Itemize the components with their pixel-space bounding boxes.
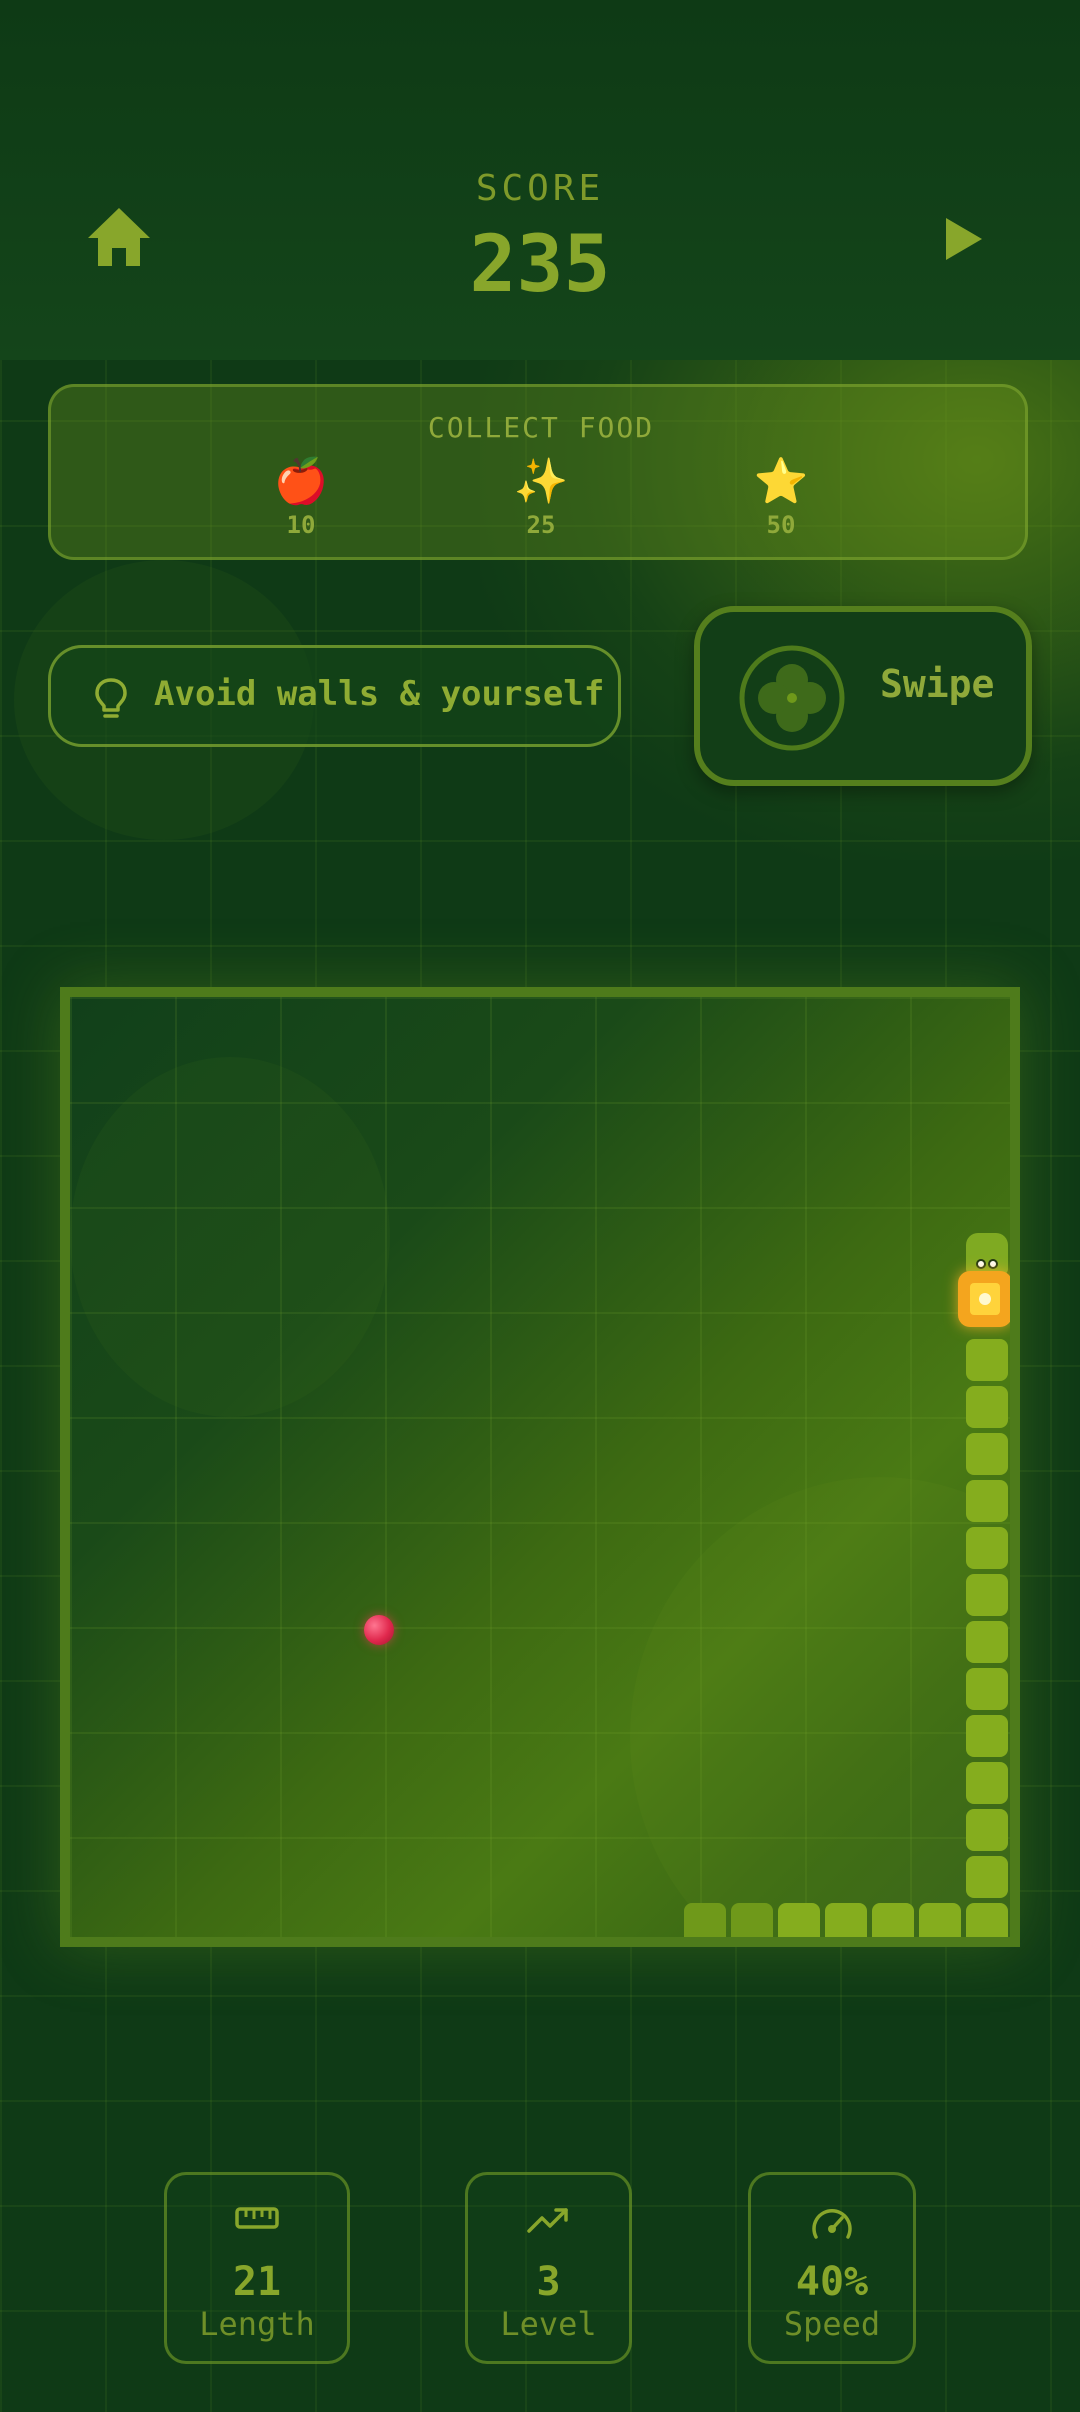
lightbulb-icon xyxy=(95,678,127,718)
snake-segment xyxy=(731,1903,773,1937)
snake-eye xyxy=(976,1259,986,1269)
snake-segment xyxy=(966,1527,1008,1569)
snake-segment xyxy=(966,1668,1008,1710)
snake-segment xyxy=(966,1621,1008,1663)
food-legend-card: COLLECT FOOD 🍎 10 ✨ 25 ⭐ 50 xyxy=(48,384,1028,560)
food-points: 50 xyxy=(766,511,796,539)
snake-head xyxy=(966,1233,1008,1275)
stat-speed-value: 40% xyxy=(795,2259,869,2305)
score-value: 235 xyxy=(469,220,611,310)
play-icon xyxy=(946,218,982,260)
ruler-icon xyxy=(235,2207,279,2229)
swipe-pad-icon xyxy=(739,645,845,751)
stat-length-value: 21 xyxy=(232,2259,282,2305)
snake-segment xyxy=(872,1903,914,1937)
swipe-label: Swipe xyxy=(880,662,995,706)
snake-segment xyxy=(966,1762,1008,1804)
score-label: SCORE xyxy=(475,168,605,209)
snake-eye xyxy=(988,1259,998,1269)
snake-segment xyxy=(919,1903,961,1937)
decor-circle xyxy=(70,1057,390,1417)
snake-segment xyxy=(966,1574,1008,1616)
food-legend-title: COLLECT FOOD xyxy=(427,411,655,444)
hint-text: Avoid walls & yourself xyxy=(154,674,605,714)
food-item-sparkles: ✨ 25 xyxy=(481,455,601,539)
game-board[interactable] xyxy=(60,987,1020,1947)
food-points: 10 xyxy=(286,511,316,539)
stat-level: 3 Level xyxy=(465,2172,632,2364)
bonus-food xyxy=(958,1271,1010,1327)
snake-segment xyxy=(825,1903,867,1937)
swipe-control[interactable]: Swipe xyxy=(694,606,1032,786)
snake-segment xyxy=(966,1809,1008,1851)
stat-level-value: 3 xyxy=(536,2259,561,2305)
stat-level-label: Level xyxy=(500,2305,597,2343)
food-points: 25 xyxy=(526,511,556,539)
sparkles-icon: ✨ xyxy=(513,456,569,507)
bonus-food-glow xyxy=(979,1293,991,1305)
apple-food xyxy=(364,1615,394,1645)
snake-segment xyxy=(684,1903,726,1937)
snake-segment xyxy=(966,1856,1008,1898)
snake-segment xyxy=(778,1903,820,1937)
play-button[interactable] xyxy=(944,216,984,262)
snake-segment xyxy=(966,1903,1008,1937)
speedometer-icon xyxy=(812,2209,852,2239)
stat-length: 21 Length xyxy=(164,2172,350,2364)
hint-card: Avoid walls & yourself xyxy=(48,645,621,747)
trending-up-icon xyxy=(526,2208,568,2233)
snake-segment xyxy=(966,1715,1008,1757)
stat-speed: 40% Speed xyxy=(748,2172,916,2364)
apple-icon: 🍎 xyxy=(273,456,329,507)
snake-segment xyxy=(966,1339,1008,1381)
star-icon: ⭐ xyxy=(753,456,809,507)
stat-speed-label: Speed xyxy=(783,2305,881,2343)
food-item-apple: 🍎 10 xyxy=(241,455,361,539)
snake-segment xyxy=(966,1386,1008,1428)
food-item-star: ⭐ 50 xyxy=(721,455,841,539)
stat-length-label: Length xyxy=(199,2305,315,2343)
snake-segment xyxy=(966,1480,1008,1522)
snake-segment xyxy=(966,1433,1008,1475)
